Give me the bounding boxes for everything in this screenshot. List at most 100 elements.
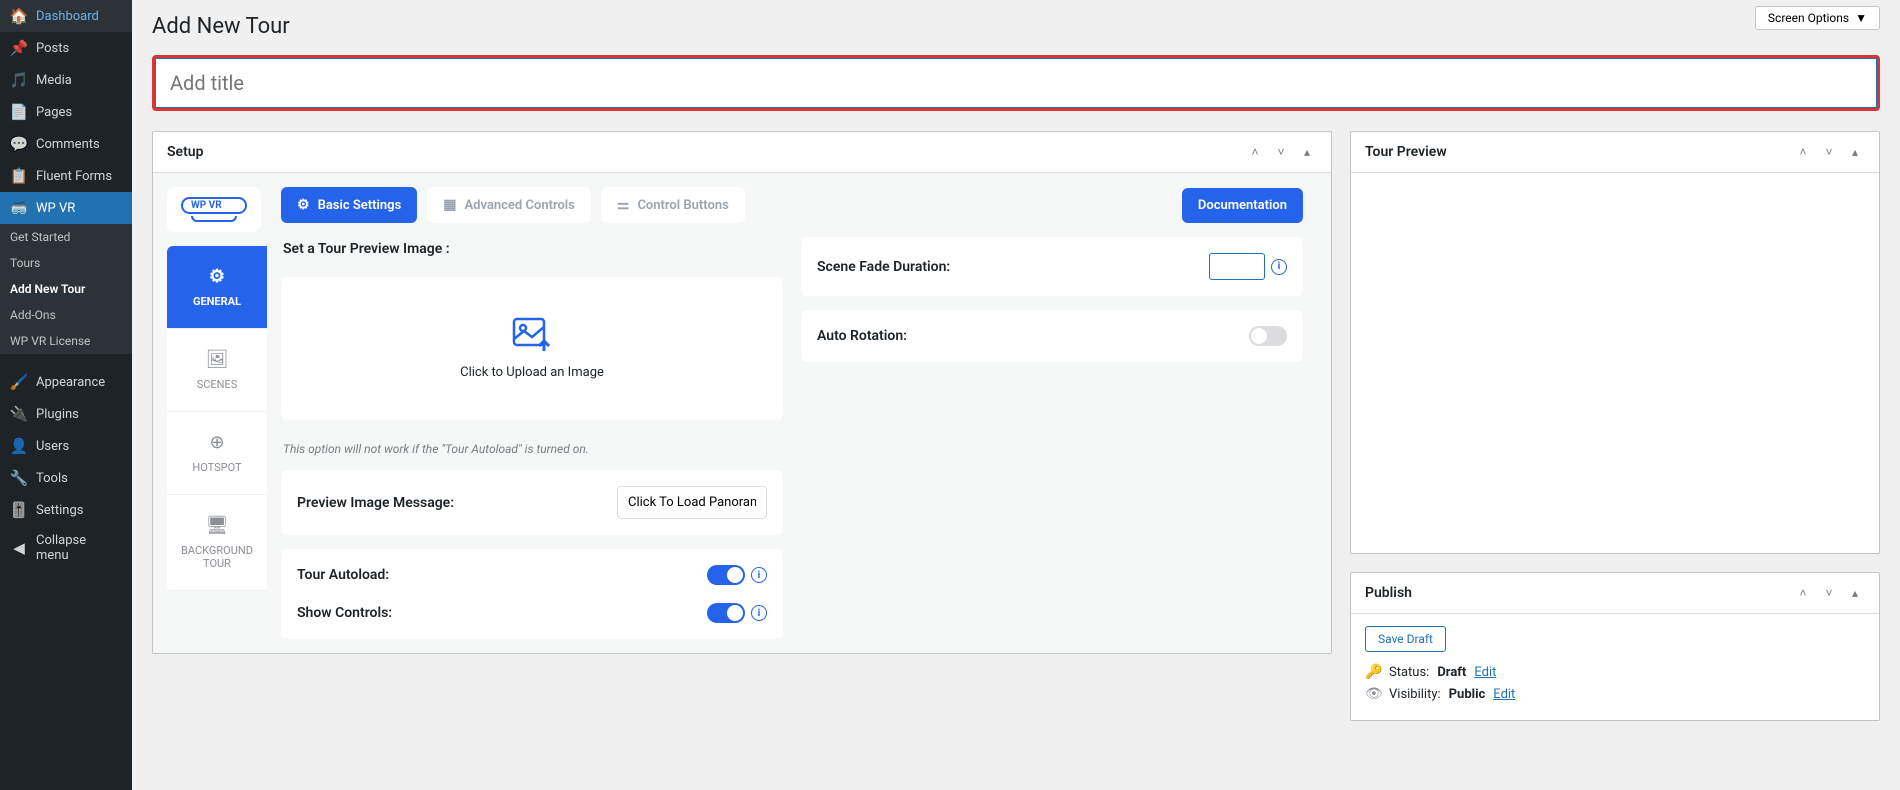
sidebar-item-users[interactable]: 👤 Users bbox=[0, 430, 132, 462]
setup-postbox: Setup ˄ ˅ ▴ WP VR bbox=[152, 131, 1332, 654]
sidebar-item-appearance[interactable]: 🖌️ Appearance bbox=[0, 366, 132, 398]
sidebar-item-label: Tools bbox=[36, 471, 68, 486]
show-controls-toggle[interactable] bbox=[707, 603, 745, 623]
sidebar-item-label: Users bbox=[36, 439, 69, 454]
vtab-label: HOTSPOT bbox=[192, 461, 241, 474]
sidebar-item-label: Posts bbox=[36, 41, 69, 56]
sidebar-item-fluent-forms[interactable]: 📋 Fluent Forms bbox=[0, 160, 132, 192]
edit-visibility-link[interactable]: Edit bbox=[1493, 687, 1515, 702]
sidebar-item-tools[interactable]: 🔧 Tools bbox=[0, 462, 132, 494]
upload-preview-image[interactable]: Click to Upload an Image bbox=[281, 277, 783, 420]
sidebar-item-label: Comments bbox=[36, 137, 100, 152]
screen-options-button[interactable]: Screen Options ▼ bbox=[1755, 6, 1880, 30]
sidebar-item-wpvr[interactable]: 🥽 WP VR bbox=[0, 192, 132, 224]
sidebar-item-collapse[interactable]: ◀ Collapse menu bbox=[0, 526, 132, 570]
vtab-scenes[interactable]: 🖼 SCENES bbox=[167, 329, 267, 412]
toggle-icon[interactable]: ▴ bbox=[1297, 142, 1317, 162]
sidebar-item-label: Fluent Forms bbox=[36, 169, 112, 184]
save-draft-button[interactable]: Save Draft bbox=[1365, 626, 1446, 652]
doc-label: Documentation bbox=[1198, 198, 1287, 213]
move-up-icon[interactable]: ˄ bbox=[1245, 142, 1265, 162]
sidebar-item-plugins[interactable]: 🔌 Plugins bbox=[0, 398, 132, 430]
vtab-background-tour[interactable]: 🖥 BACKGROUND TOUR bbox=[167, 495, 267, 591]
tab-advanced-controls[interactable]: ▦ Advanced Controls bbox=[427, 187, 591, 223]
vtab-general[interactable]: ⚙ GENERAL bbox=[167, 246, 267, 329]
upload-hint: This option will not work if the "Tour A… bbox=[281, 434, 783, 456]
sidebar-sub-addons[interactable]: Add-Ons bbox=[0, 302, 132, 328]
tab-control-buttons[interactable]: ⚌ Control Buttons bbox=[601, 187, 745, 223]
sidebar-item-pages[interactable]: 📄 Pages bbox=[0, 96, 132, 128]
sidebar-item-label: Collapse menu bbox=[36, 533, 122, 563]
status-value: Draft bbox=[1437, 665, 1466, 680]
image-icon: 🖼 bbox=[206, 349, 229, 370]
sliders-icon: ⚌ bbox=[617, 197, 630, 213]
key-icon: 🔑 bbox=[1365, 664, 1381, 680]
wrench-icon: 🔧 bbox=[10, 469, 28, 487]
toggle-icon[interactable]: ▴ bbox=[1845, 583, 1865, 603]
sidebar-item-label: Media bbox=[36, 73, 72, 88]
preview-image-section-label: Set a Tour Preview Image : bbox=[281, 237, 783, 263]
sidebar-item-dashboard[interactable]: 🏠 Dashboard bbox=[0, 0, 132, 32]
tab-label: Basic Settings bbox=[318, 198, 402, 213]
fade-duration-card: Scene Fade Duration: i bbox=[801, 237, 1303, 296]
preview-message-input[interactable] bbox=[617, 486, 767, 519]
sidebar-sub-get-started[interactable]: Get Started bbox=[0, 224, 132, 250]
visibility-label: Visibility: bbox=[1389, 687, 1441, 702]
main-content: Screen Options ▼ Add New Tour Setup ˄ ˅ … bbox=[132, 0, 1900, 790]
preview-message-card: Preview Image Message: bbox=[281, 470, 783, 535]
sidebar-item-label: Plugins bbox=[36, 407, 79, 422]
move-down-icon[interactable]: ˅ bbox=[1819, 142, 1839, 162]
chevron-down-icon: ▼ bbox=[1855, 11, 1867, 25]
tab-basic-settings[interactable]: ⚙ Basic Settings bbox=[281, 187, 417, 223]
move-up-icon[interactable]: ˄ bbox=[1793, 142, 1813, 162]
target-icon: ⊕ bbox=[209, 432, 224, 453]
sidebar-item-label: Pages bbox=[36, 105, 72, 120]
auto-rotation-toggle[interactable] bbox=[1249, 326, 1287, 346]
info-icon[interactable]: i bbox=[1271, 259, 1287, 275]
title-input-highlight bbox=[152, 55, 1880, 111]
vtab-hotspot[interactable]: ⊕ HOTSPOT bbox=[167, 412, 267, 495]
move-down-icon[interactable]: ˅ bbox=[1271, 142, 1291, 162]
autoload-toggle[interactable] bbox=[707, 565, 745, 585]
move-up-icon[interactable]: ˄ bbox=[1793, 583, 1813, 603]
sidebar-sub-tours[interactable]: Tours bbox=[0, 250, 132, 276]
tour-preview-body bbox=[1351, 173, 1879, 553]
sidebar-item-media[interactable]: 🎵 Media bbox=[0, 64, 132, 96]
sidebar-item-posts[interactable]: 📌 Posts bbox=[0, 32, 132, 64]
monitor-icon: 🖥 bbox=[206, 515, 229, 536]
tour-title-input[interactable] bbox=[155, 58, 1877, 108]
gear-icon: ⚙ bbox=[209, 266, 225, 287]
preview-message-label: Preview Image Message: bbox=[297, 495, 454, 511]
sidebar-item-comments[interactable]: 💬 Comments bbox=[0, 128, 132, 160]
vtab-label: BACKGROUND TOUR bbox=[173, 544, 261, 570]
collapse-icon: ◀ bbox=[10, 539, 28, 557]
sidebar-item-label: WP VR bbox=[36, 201, 75, 216]
edit-status-link[interactable]: Edit bbox=[1474, 665, 1496, 680]
tour-preview-postbox: Tour Preview ˄ ˅ ▴ bbox=[1350, 131, 1880, 554]
plug-icon: 🔌 bbox=[10, 405, 28, 423]
upload-image-icon bbox=[512, 317, 552, 353]
documentation-button[interactable]: Documentation bbox=[1182, 188, 1303, 223]
sidebar-sub-license[interactable]: WP VR License bbox=[0, 328, 132, 354]
fade-duration-input[interactable] bbox=[1209, 253, 1265, 280]
autoload-label: Tour Autoload: bbox=[297, 567, 389, 583]
move-down-icon[interactable]: ˅ bbox=[1819, 583, 1839, 603]
sliders-icon: 🎚️ bbox=[10, 501, 28, 519]
controls-label: Show Controls: bbox=[297, 605, 392, 621]
top-right-controls: Screen Options ▼ bbox=[1755, 6, 1880, 30]
publish-title: Publish bbox=[1365, 585, 1412, 601]
layers-icon: ▦ bbox=[443, 197, 456, 213]
toggle-icon[interactable]: ▴ bbox=[1845, 142, 1865, 162]
user-icon: 👤 bbox=[10, 437, 28, 455]
sidebar-item-settings[interactable]: 🎚️ Settings bbox=[0, 494, 132, 526]
wpvr-logo: WP VR bbox=[167, 187, 261, 232]
vtab-label: SCENES bbox=[197, 378, 238, 391]
info-icon[interactable]: i bbox=[751, 567, 767, 583]
vr-icon: 🥽 bbox=[10, 199, 28, 217]
info-icon[interactable]: i bbox=[751, 605, 767, 621]
brush-icon: 🖌️ bbox=[10, 373, 28, 391]
gear-icon: ⚙ bbox=[297, 197, 310, 213]
pages-icon: 📄 bbox=[10, 103, 28, 121]
eye-icon: 👁 bbox=[1365, 686, 1381, 702]
sidebar-sub-add-new-tour[interactable]: Add New Tour bbox=[0, 276, 132, 302]
